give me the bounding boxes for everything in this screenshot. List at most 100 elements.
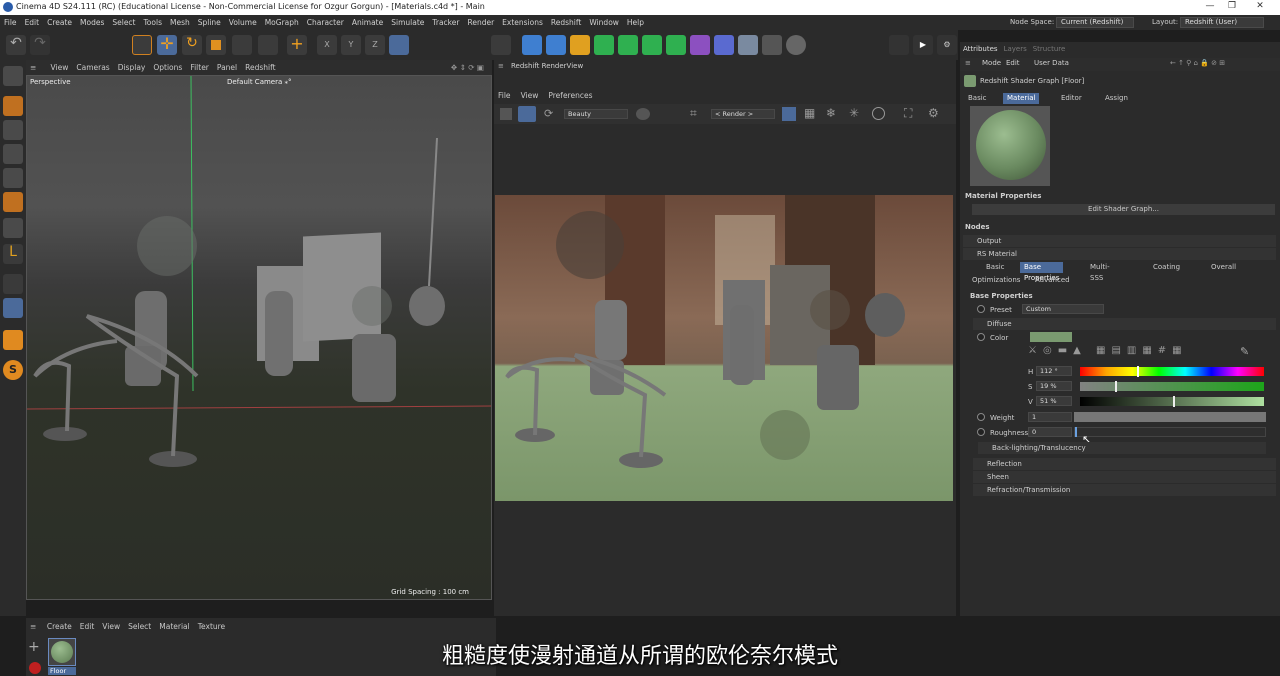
rs-tab-basic[interactable]: Basic bbox=[982, 262, 1009, 273]
menu-item-edit[interactable]: Edit bbox=[21, 15, 44, 30]
rs-tab-overall[interactable]: Overall bbox=[1207, 262, 1240, 273]
menu-item-mesh[interactable]: Mesh bbox=[166, 15, 194, 30]
deformer-icon[interactable] bbox=[690, 35, 710, 55]
coordinate-system-icon[interactable]: + bbox=[287, 35, 307, 55]
polygons-mode-icon[interactable] bbox=[3, 192, 23, 212]
circle-icon[interactable] bbox=[872, 107, 885, 120]
menu-item-mograph[interactable]: MoGraph bbox=[261, 15, 303, 30]
menu-item-window[interactable]: Window bbox=[585, 15, 623, 30]
rs-tab-optimizations[interactable]: Optimizations bbox=[968, 275, 1024, 286]
field-icon[interactable] bbox=[714, 35, 734, 55]
floor-icon[interactable] bbox=[738, 35, 758, 55]
script-icon[interactable]: S bbox=[3, 360, 23, 380]
attr-menu-mode[interactable]: Mode bbox=[982, 59, 1001, 67]
weight-animation-radio[interactable] bbox=[977, 413, 985, 421]
rs-tab-coating[interactable]: Coating bbox=[1149, 262, 1184, 273]
subtab-material[interactable]: Material bbox=[1003, 93, 1040, 104]
material-menu-material[interactable]: Material bbox=[155, 618, 193, 636]
viewport-menu-view[interactable]: View bbox=[47, 60, 73, 75]
material-menu-edit[interactable]: Edit bbox=[76, 618, 99, 636]
menu-item-volume[interactable]: Volume bbox=[225, 15, 261, 30]
roughness-animation-radio[interactable] bbox=[977, 428, 985, 436]
viewport-menu-redshift[interactable]: Redshift bbox=[241, 60, 279, 75]
menu-item-tools[interactable]: Tools bbox=[140, 15, 166, 30]
uv-mode-icon[interactable] bbox=[3, 218, 23, 238]
menu-item-redshift[interactable]: Redshift bbox=[547, 15, 585, 30]
renderview-menu-preferences[interactable]: Preferences bbox=[548, 91, 592, 100]
fit-icon[interactable]: ⛶ bbox=[904, 106, 912, 121]
roughness-field[interactable]: 0 bbox=[1028, 427, 1072, 437]
pen-icon[interactable] bbox=[570, 35, 590, 55]
viewport-menu-panel[interactable]: Panel bbox=[213, 60, 241, 75]
attributes-nav-icons[interactable]: ← ↑ ⚲ ⌂ 🔒 ⊘ ⊞ bbox=[1170, 59, 1225, 67]
material-menu-create[interactable]: Create bbox=[43, 618, 76, 636]
attr-menu-user-data[interactable]: User Data bbox=[1034, 59, 1069, 67]
value-slider[interactable] bbox=[1080, 396, 1264, 407]
render-view-icon[interactable] bbox=[491, 35, 511, 55]
tab-layers[interactable]: Layers bbox=[1004, 45, 1027, 53]
tab-attributes[interactable]: Attributes bbox=[963, 45, 998, 53]
perspective-viewport[interactable]: Perspective Default Camera ⁎° Grid Spaci… bbox=[26, 75, 492, 600]
close-button[interactable]: ✕ bbox=[1250, 1, 1270, 14]
minimize-button[interactable]: — bbox=[1200, 1, 1220, 14]
magnet-icon[interactable] bbox=[3, 330, 23, 350]
render-icon[interactable]: ▶ bbox=[913, 35, 933, 55]
color-animation-radio[interactable] bbox=[977, 333, 985, 341]
viewport-menu-filter[interactable]: Filter bbox=[186, 60, 213, 75]
snowflake-icon[interactable]: ❄ bbox=[826, 106, 836, 120]
render-select[interactable]: < Render > bbox=[711, 109, 775, 119]
grid-icon[interactable]: ▦ bbox=[804, 106, 815, 120]
hamburger-icon[interactable]: ≡ bbox=[498, 62, 504, 70]
renderview-menu-view[interactable]: View bbox=[521, 91, 539, 100]
mograph-icon[interactable] bbox=[666, 35, 686, 55]
undo-icon[interactable]: ↶ bbox=[6, 35, 26, 55]
x-axis-icon[interactable]: X bbox=[317, 35, 337, 55]
backlighting-section[interactable]: Back-lighting/Translucency bbox=[978, 442, 1266, 454]
menu-item-file[interactable]: File bbox=[0, 15, 21, 30]
make-editable-icon[interactable] bbox=[3, 66, 23, 86]
axis-mode-icon[interactable]: L bbox=[3, 244, 23, 264]
menu-item-animate[interactable]: Animate bbox=[348, 15, 387, 30]
rs-material-section[interactable]: RS Material bbox=[963, 248, 1276, 260]
cloner-icon[interactable] bbox=[642, 35, 662, 55]
layout-select[interactable]: Redshift (User) bbox=[1180, 17, 1264, 28]
viewport-nav-icons[interactable]: ✥ ⇕ ⟳ ▣ bbox=[447, 60, 488, 75]
lock-icon[interactable] bbox=[782, 107, 796, 121]
hamburger-icon[interactable]: ≡ bbox=[965, 59, 971, 67]
material-menu-select[interactable]: Select bbox=[124, 618, 155, 636]
menu-item-simulate[interactable]: Simulate bbox=[387, 15, 428, 30]
tab-structure[interactable]: Structure bbox=[1033, 45, 1066, 53]
sheen-section[interactable]: Sheen bbox=[973, 471, 1276, 483]
refraction-section[interactable]: Refraction/Transmission bbox=[973, 484, 1276, 496]
renderview-menu-file[interactable]: File bbox=[498, 91, 511, 100]
menu-item-spline[interactable]: Spline bbox=[194, 15, 225, 30]
menu-item-render[interactable]: Render bbox=[463, 15, 498, 30]
saturation-slider[interactable] bbox=[1080, 381, 1264, 392]
world-coordinates-icon[interactable] bbox=[389, 35, 409, 55]
subtab-basic[interactable]: Basic bbox=[964, 93, 991, 104]
viewport-menu-cameras[interactable]: Cameras bbox=[72, 60, 113, 75]
subtab-assign[interactable]: Assign bbox=[1101, 93, 1132, 104]
menu-item-modes[interactable]: Modes bbox=[76, 15, 108, 30]
aov-select[interactable]: Beauty bbox=[564, 109, 628, 119]
texture-mode-icon[interactable] bbox=[3, 120, 23, 140]
preset-select[interactable]: Custom bbox=[1022, 304, 1104, 314]
rs-tab-multi-sss[interactable]: Multi-SSS bbox=[1086, 262, 1114, 282]
menu-item-character[interactable]: Character bbox=[303, 15, 348, 30]
snap-icon[interactable] bbox=[3, 274, 23, 294]
live-selection-icon[interactable] bbox=[132, 35, 152, 55]
refresh-icon[interactable]: ⟳ bbox=[544, 107, 553, 120]
scale-icon[interactable] bbox=[206, 35, 226, 55]
material-menu-texture[interactable]: Texture bbox=[194, 618, 229, 636]
attr-menu-edit[interactable]: Edit bbox=[1006, 59, 1020, 67]
diffuse-section[interactable]: Diffuse bbox=[973, 318, 1276, 330]
material-menu-view[interactable]: View bbox=[98, 618, 124, 636]
extrude-icon[interactable] bbox=[618, 35, 638, 55]
rs-tab-base-properties[interactable]: Base Properties bbox=[1020, 262, 1064, 282]
edit-shader-graph-button[interactable]: Edit Shader Graph... bbox=[972, 204, 1275, 215]
recent-tools-icon[interactable] bbox=[258, 35, 278, 55]
primitive-icon[interactable] bbox=[546, 35, 566, 55]
model-mode-icon[interactable] bbox=[3, 96, 23, 116]
settings-icon[interactable]: ⚙ bbox=[928, 106, 939, 120]
z-axis-icon[interactable]: Z bbox=[365, 35, 385, 55]
